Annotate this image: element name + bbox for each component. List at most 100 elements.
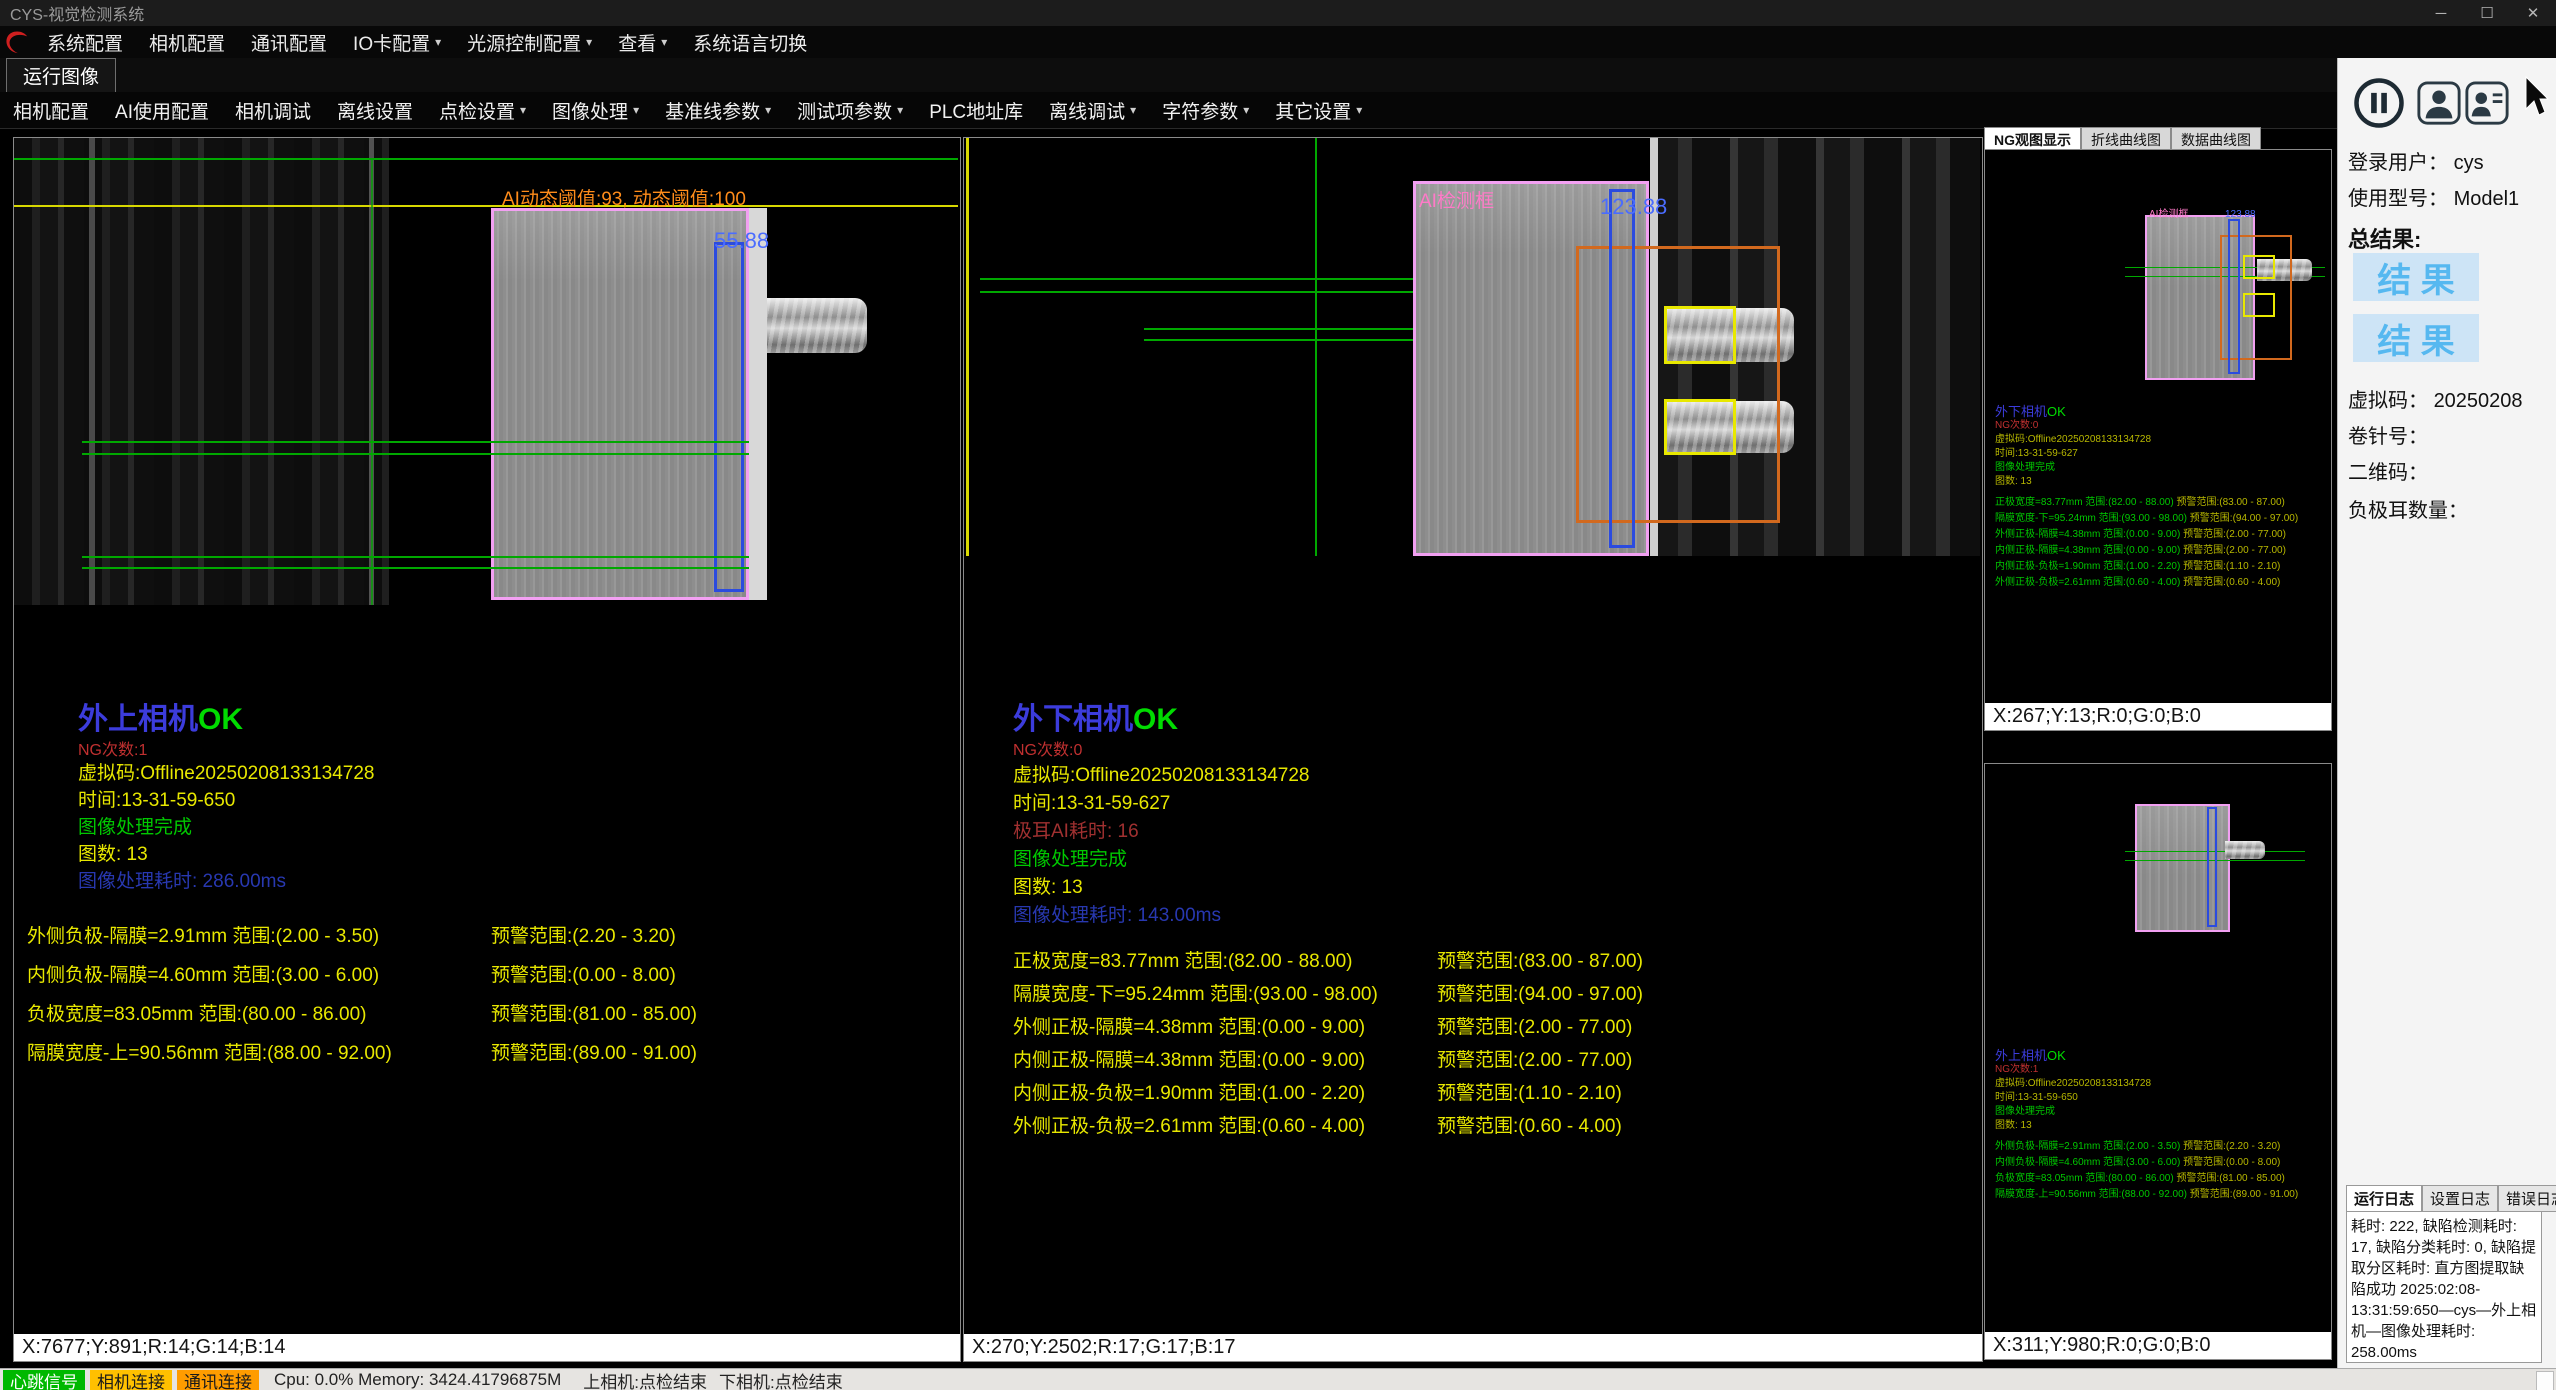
qr-code-label: 二维码： <box>2348 456 2428 485</box>
measurement-text: 内侧负极-隔膜=4.60mm 范围:(3.00 - 6.00) <box>1995 1157 2180 1168</box>
tool-offline-settings[interactable]: 离线设置 <box>324 92 426 128</box>
menu-item-comm-config[interactable]: 通讯配置 <box>238 26 340 58</box>
tool-offline-debug[interactable]: 离线调试 <box>1036 92 1149 128</box>
measurement-text: 内侧正极-隔膜=4.38mm 范围:(0.00 - 9.00) <box>1013 1050 1365 1071</box>
menu-item-view[interactable]: 查看 <box>605 26 680 58</box>
measurement-warn: 预警范围:(83.00 - 87.00) <box>2176 497 2284 508</box>
electrode-tab <box>2225 841 2265 859</box>
tool-ai-use-config[interactable]: AI使用配置 <box>102 92 222 128</box>
process-done: 图像处理完成 <box>1013 844 1127 871</box>
ng-thumbnail-lower[interactable]: AI检测框 123.88 外下相机OK NG次数:0 虚拟码:Offline20… <box>1984 149 2332 731</box>
measure-line-green <box>82 556 749 558</box>
tab-run-log[interactable]: 运行日志 <box>2346 1185 2422 1212</box>
measurement-row: 内侧正极-隔膜=4.38mm 范围:(0.00 - 9.00) 预警范围:(2.… <box>1995 543 2325 559</box>
tab-box-yellow <box>2243 255 2275 279</box>
measurement-text: 内侧正极-隔膜=4.38mm 范围:(0.00 - 9.00) <box>1995 545 2180 556</box>
menu-item-camera-config[interactable]: 相机配置 <box>136 26 238 58</box>
tool-other-settings[interactable]: 其它设置 <box>1262 92 1375 128</box>
tool-char-params[interactable]: 字符参数 <box>1149 92 1262 128</box>
view-tab-row: 运行图像 <box>0 58 2556 93</box>
frame-count: 图数: 13 <box>1995 475 2325 489</box>
ai-detect-box-magenta <box>491 208 749 600</box>
menu-item-io-card-config[interactable]: IO卡配置 <box>340 26 454 58</box>
menu-item-light-control-config[interactable]: 光源控制配置 <box>454 26 605 58</box>
capture-time: 时间:13-31-59-627 <box>1013 788 1170 815</box>
toolbar: 相机配置 AI使用配置 相机调试 离线设置 点检设置 图像处理 基准线参数 测试… <box>0 92 2556 129</box>
login-user-value: cys <box>2454 152 2484 174</box>
baseline-yellow-vertical <box>966 138 969 556</box>
tab-error-log[interactable]: 错误日志 <box>2498 1185 2556 1212</box>
thumb-mini-image <box>2125 799 2305 939</box>
menu-item-language-switch[interactable]: 系统语言切换 <box>680 26 820 58</box>
camera-status: OK <box>198 703 243 736</box>
tab-box-yellow <box>1664 306 1736 364</box>
tool-image-processing[interactable]: 图像处理 <box>539 92 652 128</box>
measurement-row: 正极宽度=83.77mm 范围:(82.00 - 88.00) 预警范围:(83… <box>1995 495 2325 511</box>
measurement-row: 外侧正极-负极=2.61mm 范围:(0.60 - 4.00) 预警范围:(0.… <box>1013 1111 1365 1138</box>
virtual-code-value: 20250208 <box>2434 390 2523 412</box>
measurement-text: 外侧正极-隔膜=4.38mm 范围:(0.00 - 9.00) <box>1995 529 2180 540</box>
pixel-coordinate-readout: X:267;Y:13;R:0;G:0;B:0 <box>1985 703 2331 730</box>
measure-value-overlay: 55.88 <box>714 228 769 254</box>
menu-item-system-config[interactable]: 系统配置 <box>34 26 136 58</box>
tool-test-item-params[interactable]: 测试项参数 <box>784 92 916 128</box>
left-camera-panel: AI动态阈值:93, 动态阈值:100 55.88 外上相机OK NG次数:1 … <box>13 137 961 1362</box>
virtual-code: 虚拟码:Offline20250208133134728 <box>78 758 375 785</box>
login-user-row: 登录用户： cys <box>2348 146 2484 175</box>
measurement-row: 内侧正极-负极=1.90mm 范围:(1.00 - 2.20) 预警范围:(1.… <box>1995 559 2325 575</box>
maximize-button[interactable]: ☐ <box>2464 0 2510 26</box>
window-title: CYS-视觉检测系统 <box>10 1 144 25</box>
tool-plc-address-lib[interactable]: PLC地址库 <box>916 92 1036 128</box>
tool-baseline-params[interactable]: 基准线参数 <box>652 92 784 128</box>
ng-count: NG次数:0 <box>1995 419 2325 433</box>
result-badge-1: 结 果 <box>2353 253 2479 301</box>
user-card-icon[interactable] <box>2464 80 2510 126</box>
measurement-warn: 预警范围:(2.20 - 3.20) <box>2183 1141 2280 1152</box>
model-select[interactable]: Model1 <box>2454 188 2520 210</box>
right-camera-image[interactable]: AI检测框 123.88 <box>964 138 1980 556</box>
measurement-text: 内侧负极-隔膜=4.60mm 范围:(3.00 - 6.00) <box>27 965 379 986</box>
tab-run-image[interactable]: 运行图像 <box>6 58 116 93</box>
measure-value-overlay: 123.88 <box>1600 194 1667 220</box>
measurement-row: 外侧正极-负极=2.61mm 范围:(0.60 - 4.00) 预警范围:(0.… <box>1995 575 2325 591</box>
status-bar: 心跳信号 相机连接 通讯连接 Cpu: 0.0% Memory: 3424.41… <box>0 1368 2556 1390</box>
virtual-code: 虚拟码:Offline20250208133134728 <box>1995 433 2325 447</box>
ai-box-label: AI检测框 <box>1419 186 1494 213</box>
virtual-code: 虚拟码:Offline20250208133134728 <box>1013 760 1310 787</box>
ng-thumbnail-upper[interactable]: 外上相机OK NG次数:1 虚拟码:Offline202502081331347… <box>1984 763 2332 1360</box>
capture-time: 时间:13-31-59-650 <box>78 785 235 812</box>
ai-threshold-overlay: AI动态阈值:93, 动态阈值:100 <box>502 184 746 211</box>
baseline-green-vertical <box>371 158 373 605</box>
measurement-row: 外侧负极-隔膜=2.91mm 范围:(2.00 - 3.50) 预警范围:(2.… <box>1995 1139 2325 1155</box>
user-icon[interactable] <box>2416 80 2462 126</box>
measurement-row: 内侧负极-隔膜=4.60mm 范围:(3.00 - 6.00) 预警范围:(0.… <box>27 960 379 987</box>
measurement-warn: 预警范围:(1.10 - 2.10) <box>2183 561 2280 572</box>
minimize-button[interactable]: ─ <box>2418 0 2464 26</box>
tool-spotcheck-settings[interactable]: 点检设置 <box>426 92 539 128</box>
detect-box-blue <box>2228 219 2240 374</box>
close-button[interactable]: ✕ <box>2510 0 2556 26</box>
separator-strip <box>749 208 767 600</box>
tool-camera-debug[interactable]: 相机调试 <box>222 92 324 128</box>
cursor-arrow-icon[interactable] <box>2520 74 2552 120</box>
ai-time: 极耳AI耗时: 16 <box>1013 816 1139 843</box>
tab-settings-log[interactable]: 设置日志 <box>2422 1185 2498 1212</box>
log-content[interactable]: 耗时: 222, 缺陷检测耗时: 17, 缺陷分类耗时: 0, 缺陷提取分区耗时… <box>2346 1211 2542 1363</box>
left-camera-image[interactable]: AI动态阈值:93, 动态阈值:100 55.88 <box>14 138 958 605</box>
measurement-row: 负极宽度=83.05mm 范围:(80.00 - 86.00) 预警范围:(81… <box>27 999 367 1026</box>
log-tabs: 运行日志 设置日志 错误日志 <box>2346 1185 2556 1212</box>
virtual-code-row: 虚拟码： 20250208 <box>2348 384 2523 413</box>
measurement-text: 隔膜宽度-上=90.56mm 范围:(88.00 - 92.00) <box>1995 1189 2187 1200</box>
virtual-code: 虚拟码:Offline20250208133134728 <box>1995 1077 2325 1091</box>
pause-button[interactable] <box>2352 76 2406 130</box>
measurement-text: 外侧正极-负极=2.61mm 范围:(0.60 - 4.00) <box>1013 1116 1365 1137</box>
measurement-text: 隔膜宽度-下=95.24mm 范围:(93.00 - 98.00) <box>1013 984 1378 1005</box>
measurement-text: 内侧正极-负极=1.90mm 范围:(1.00 - 2.20) <box>1013 1083 1365 1104</box>
measurement-row: 外侧负极-隔膜=2.91mm 范围:(2.00 - 3.50) 预警范围:(2.… <box>27 921 379 948</box>
measurement-warn: 预警范围:(2.00 - 77.00) <box>2183 545 2286 556</box>
measurement-text: 隔膜宽度-下=95.24mm 范围:(93.00 - 98.00) <box>1995 513 2187 524</box>
tool-camera-config[interactable]: 相机配置 <box>0 92 102 128</box>
lower-camera-status: 下相机:点检结束 <box>719 1368 843 1390</box>
measurement-row: 外侧正极-隔膜=4.38mm 范围:(0.00 - 9.00) 预警范围:(2.… <box>1995 527 2325 543</box>
tab-box-yellow <box>2243 293 2275 317</box>
